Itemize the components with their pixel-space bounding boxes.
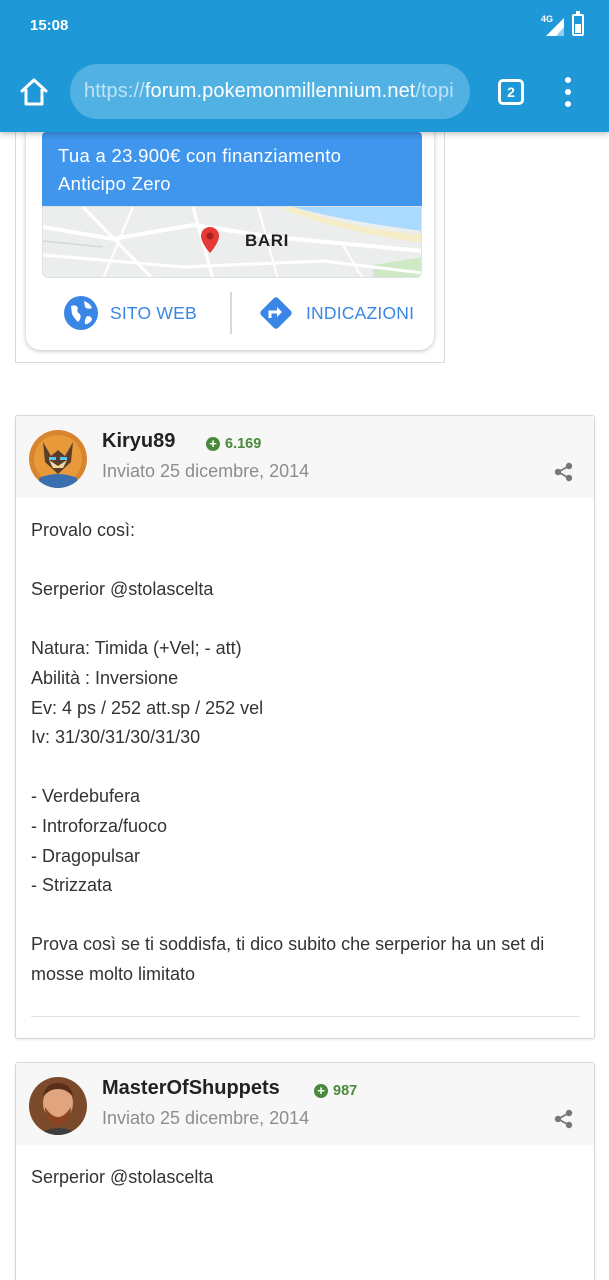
avatar[interactable] (29, 430, 87, 488)
content-line: Prova così se ti soddisfa, ti dico subit… (31, 934, 545, 955)
ad-divider (230, 292, 232, 334)
content-line: - Verdebufera (31, 786, 141, 807)
url-scheme: https:// (84, 80, 145, 102)
url-host: forum.pokemonmillennium.net (144, 80, 416, 102)
tab-switcher-button[interactable]: 2 (498, 79, 524, 105)
reputation-value: 987 (333, 1083, 358, 1099)
reputation-badge: + 6.169 (206, 436, 261, 452)
post-date: Inviato 25 dicembre, 2014 (102, 1108, 310, 1128)
map-label: BARI (245, 231, 289, 250)
battery-icon (572, 11, 584, 36)
share-icon[interactable] (554, 1109, 574, 1129)
content-line: - Strizzata (31, 875, 113, 896)
post-header: Kiryu89 + 6.169 Inviato 25 dicembre, 201… (16, 416, 594, 498)
avatar[interactable] (29, 1077, 87, 1135)
globe-icon (64, 296, 98, 330)
content-line: Serperior @stolascelta (31, 1167, 214, 1187)
status-time: 15:08 (30, 17, 69, 34)
forum-post: MasterOfShuppets + 987 Inviato 25 dicemb… (15, 1062, 595, 1280)
content-line (31, 753, 581, 783)
ad-card[interactable]: Tua a 23.900€ con finanziamento Anticipo… (26, 120, 434, 350)
content-line: Natura: Timida (+Vel; - att) (31, 638, 242, 659)
content-line: Provalo così: (31, 520, 136, 540)
overflow-menu-icon[interactable] (558, 76, 580, 108)
url-path: /topi (415, 80, 454, 102)
post-author[interactable]: Kiryu89 (102, 430, 175, 453)
post-header: MasterOfShuppets + 987 Inviato 25 dicemb… (16, 1063, 594, 1145)
content-line (31, 901, 581, 931)
reputation-value: 6.169 (225, 436, 262, 452)
directions-icon (260, 297, 292, 329)
website-button[interactable]: SITO WEB (62, 296, 197, 330)
post-date: Inviato 25 dicembre, 2014 (102, 461, 310, 481)
directions-button[interactable]: INDICAZIONI (256, 296, 414, 330)
url-text: https://forum.pokemonmillennium.net/topi (84, 80, 454, 103)
avatar-image (29, 1077, 87, 1135)
signal-icon (546, 18, 564, 36)
share-icon[interactable] (554, 462, 574, 482)
content-line (31, 605, 581, 635)
reputation-badge: + 987 (314, 1083, 357, 1099)
ad-map[interactable]: BARI (42, 206, 422, 278)
content-line (31, 546, 581, 576)
page: 15:08 4G https://forum.pokemonmillennium… (0, 0, 609, 1280)
directions-label: INDICAZIONI (306, 302, 415, 323)
content-line: - Introforza/fuoco (31, 815, 168, 836)
content-line: Serperior @stolascelta (31, 579, 214, 600)
forum-post: Kiryu89 + 6.169 Inviato 25 dicembre, 201… (15, 415, 595, 1039)
content-line: Ev: 4 ps / 252 att.sp / 252 vel (31, 697, 264, 718)
content-line: Abilità : Inversione (31, 667, 179, 688)
content-line: - Dragopulsar (31, 845, 141, 866)
post-content: Provalo così: Serperior @stolascelta Nat… (31, 516, 581, 990)
home-icon[interactable] (16, 74, 52, 110)
url-bar[interactable]: https://forum.pokemonmillennium.net/topi (70, 64, 470, 119)
post-divider (31, 1016, 580, 1017)
ad-banner-text: Tua a 23.900€ con finanziamento Anticipo… (58, 145, 342, 194)
ad-banner[interactable]: Tua a 23.900€ con finanziamento Anticipo… (42, 132, 422, 206)
content-line: Iv: 31/30/31/30/31/30 (31, 727, 201, 748)
browser-toolbar: 15:08 4G https://forum.pokemonmillennium… (0, 0, 609, 132)
content-line: mosse molto limitato (31, 963, 196, 984)
plus-circle-icon: + (314, 1084, 328, 1098)
map-graphic (43, 207, 421, 277)
plus-circle-icon: + (206, 437, 220, 451)
website-label: SITO WEB (110, 302, 197, 323)
post-author[interactable]: MasterOfShuppets (102, 1077, 280, 1100)
map-pin-icon (201, 227, 219, 253)
avatar-image (29, 430, 87, 488)
post-content: Serperior @stolascelta (31, 1163, 581, 1193)
